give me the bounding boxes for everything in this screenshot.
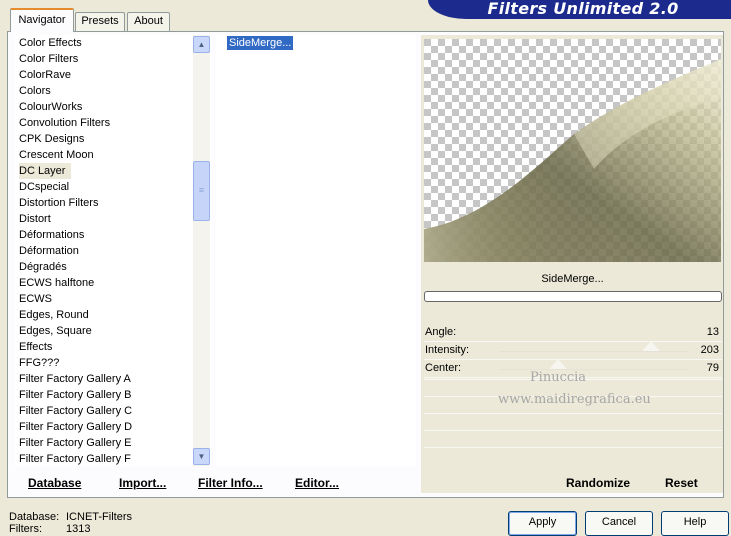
category-item[interactable]: Crescent Moon [19,147,94,163]
filter-item-sidemerge[interactable]: SideMerge... [227,36,294,50]
app-title: Filters Unlimited 2.0 [487,0,679,18]
reset-button[interactable]: Reset [665,476,698,490]
category-scrollbar[interactable]: ▲ ≡ ▼ [193,35,210,466]
category-list[interactable]: Color Effects Color Filters ColorRave Color… [15,35,211,466]
database-button[interactable]: Database [28,476,81,490]
param-row-empty [424,430,722,447]
category-item[interactable]: FFG??? [19,355,59,371]
param-label: Intensity: [425,344,470,356]
category-item[interactable]: Filter Factory Gallery C [19,403,132,419]
chevron-down-icon[interactable]: ▼ [193,448,210,465]
filters-count-label: Filters: [9,523,42,535]
progress-bar [424,291,722,302]
filter-list[interactable]: SideMerge... [216,35,416,466]
param-value: 203 [700,344,719,356]
watermark-line2: www.maidiregrafica.eu [498,392,651,407]
category-item[interactable]: Distortion Filters [19,195,98,211]
param-value: 13 [706,326,719,338]
category-item[interactable]: Convolution Filters [19,115,110,131]
category-item[interactable]: Colors [19,83,51,99]
param-intensity[interactable]: Intensity: 203 [424,341,722,360]
randomize-button[interactable]: Randomize [566,476,630,490]
param-angle[interactable]: Angle: 13 [424,323,722,342]
category-item[interactable]: Color Filters [19,51,78,67]
category-item[interactable]: ColourWorks [19,99,82,115]
watermark-line1: Pinuccia [529,370,587,385]
category-item[interactable]: Filter Factory Gallery D [19,419,132,435]
import-button[interactable]: Import... [119,476,166,490]
preview-image [424,39,721,262]
category-item[interactable]: ECWS [19,291,52,307]
preview-filter-name: SideMerge... [541,273,604,285]
category-item[interactable]: DC Layer [19,163,71,179]
category-item[interactable]: Color Effects [19,35,82,51]
category-item[interactable]: Filter Factory Gallery E [19,435,131,451]
tab-presets[interactable]: Presets [75,12,125,31]
database-value: ICNET-Filters [66,511,132,523]
apply-button[interactable]: Apply [508,511,577,536]
help-button[interactable]: Help [661,511,729,536]
editor-button[interactable]: Editor... [295,476,339,490]
category-item[interactable]: Déformations [19,227,84,243]
category-item[interactable]: Filter Factory Gallery A [19,371,131,387]
category-item[interactable]: Distort [19,211,51,227]
param-row-empty [424,413,722,430]
param-label: Angle: [425,326,457,338]
category-item[interactable]: ECWS halftone [19,275,94,291]
category-item[interactable]: CPK Designs [19,131,84,147]
category-item[interactable]: Edges, Round [19,307,89,323]
slider-thumb[interactable] [642,341,660,351]
category-item[interactable]: DCspecial [19,179,69,195]
tab-about[interactable]: About [127,12,170,31]
scrollbar-thumb[interactable]: ≡ [193,161,210,221]
category-item[interactable]: Edges, Square [19,323,92,339]
filter-info-button[interactable]: Filter Info... [198,476,263,490]
category-item[interactable]: Dégradés [19,259,67,275]
category-item[interactable]: Filter Factory Gallery B [19,387,131,403]
param-row-empty [424,447,722,464]
watermark: Pinuccia www.maidiregrafica.eu [498,367,651,411]
category-item[interactable]: Filter Factory Gallery F [19,451,131,467]
tab-navigator[interactable]: Navigator [10,8,74,32]
category-item[interactable]: Déformation [19,243,79,259]
category-item[interactable]: ColorRave [19,67,71,83]
slider-track[interactable] [499,351,689,352]
category-item[interactable]: Effects [19,339,52,355]
param-value: 79 [706,362,719,374]
cancel-button[interactable]: Cancel [585,511,653,536]
filters-count-value: 1313 [66,523,91,535]
database-label: Database: [9,511,60,523]
param-label: Center: [425,362,462,374]
chevron-up-icon[interactable]: ▲ [193,36,210,53]
